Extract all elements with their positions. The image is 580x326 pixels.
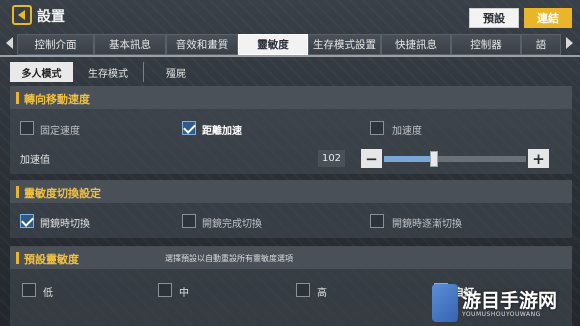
tab-survival-settings[interactable]: 生存模式設置 (308, 34, 381, 55)
page-title: 設置 (37, 9, 65, 25)
watermark-logo-icon (432, 284, 458, 322)
acceleration-label: 加速度 (392, 126, 422, 137)
watermark-text: 游目手游网 (462, 290, 558, 312)
decrease-button[interactable]: − (361, 149, 382, 168)
fixed-speed-label: 固定速度 (40, 126, 80, 137)
section-marker (16, 252, 19, 264)
preset-low-label: 低 (43, 288, 53, 299)
accel-slider-knob[interactable] (429, 151, 438, 167)
back-button[interactable] (12, 5, 32, 25)
sensitivity-switch-section: 靈敏度切換設定 開鏡時切換 開鏡完成切換 開鏡時逐漸切換 (10, 180, 572, 238)
tab-basic-info[interactable]: 基本訊息 (94, 34, 166, 55)
accel-slider-track[interactable] (384, 156, 526, 162)
preset-low-checkbox[interactable] (22, 283, 36, 297)
subtab-multiplayer[interactable]: 多人模式 (10, 62, 73, 82)
tab-scroll-left-icon[interactable] (6, 37, 13, 49)
section-title: 轉向移動速度 (24, 93, 90, 106)
top-bar: 設置 預設 連結 (0, 0, 580, 33)
subtab-survival[interactable]: 生存模式 (73, 62, 143, 82)
gradual-switch-checkbox[interactable] (370, 214, 384, 228)
gradual-switch-label: 開鏡時逐漸切換 (392, 219, 462, 230)
back-arrow-icon (17, 10, 25, 20)
acceleration-checkbox[interactable] (370, 121, 384, 135)
watermark-subtext: YOUMUSHOUYOUWANG (462, 311, 541, 318)
distance-accel-label: 距離加速 (202, 126, 242, 137)
tab-sensitivity[interactable]: 靈敏度 (238, 34, 308, 55)
watermark: 游目手游网 YOUMUSHOUYOUWANG (432, 281, 580, 326)
section-header: 預設靈敏度 選擇預設以自動重設所有靈敏度選項 (10, 247, 572, 269)
tab-quick-messages[interactable]: 快捷訊息 (381, 34, 451, 55)
switch-after-scope-label: 開鏡完成切換 (202, 219, 262, 230)
subtab-zombies[interactable]: 殭屍 (143, 62, 208, 82)
preset-button[interactable]: 預設 (469, 8, 519, 28)
main-tabs: 控制介面 基本訊息 音效和畫質 靈敏度 生存模式設置 快捷訊息 控制器 語 (0, 33, 580, 55)
tab-divider (0, 55, 580, 57)
tab-audio-graphics[interactable]: 音效和畫質 (166, 34, 238, 55)
section-title: 預設靈敏度 (24, 253, 79, 266)
tab-controls[interactable]: 控制介面 (17, 34, 94, 55)
accel-value-display: 102 (318, 150, 345, 167)
tab-language[interactable]: 語 (521, 34, 561, 55)
section-description: 選擇預設以自動重設所有靈敏度選項 (165, 254, 293, 263)
switch-after-scope-checkbox[interactable] (182, 214, 196, 228)
section-marker (16, 186, 19, 198)
preset-high-checkbox[interactable] (296, 283, 310, 297)
preset-medium-checkbox[interactable] (158, 283, 172, 297)
switch-on-scope-checkbox[interactable] (20, 214, 34, 228)
increase-button[interactable]: + (528, 149, 549, 168)
section-title: 靈敏度切換設定 (24, 187, 101, 200)
accel-value-label: 加速值 (20, 155, 50, 166)
tab-scroll-right-icon[interactable] (566, 37, 573, 49)
distance-accel-checkbox[interactable] (182, 121, 196, 135)
preset-high-label: 高 (317, 288, 327, 299)
accel-slider-fill (384, 156, 434, 162)
section-marker (16, 92, 19, 104)
section-header: 靈敏度切換設定 (10, 181, 572, 203)
tab-controller[interactable]: 控制器 (451, 34, 521, 55)
section-header: 轉向移動速度 (10, 87, 572, 109)
link-button[interactable]: 連結 (524, 8, 572, 28)
preset-medium-label: 中 (179, 288, 189, 299)
fixed-speed-checkbox[interactable] (20, 121, 34, 135)
turn-speed-section: 轉向移動速度 固定速度 距離加速 加速度 加速值 102 − + (10, 86, 572, 174)
switch-on-scope-label: 開鏡時切換 (40, 219, 90, 230)
